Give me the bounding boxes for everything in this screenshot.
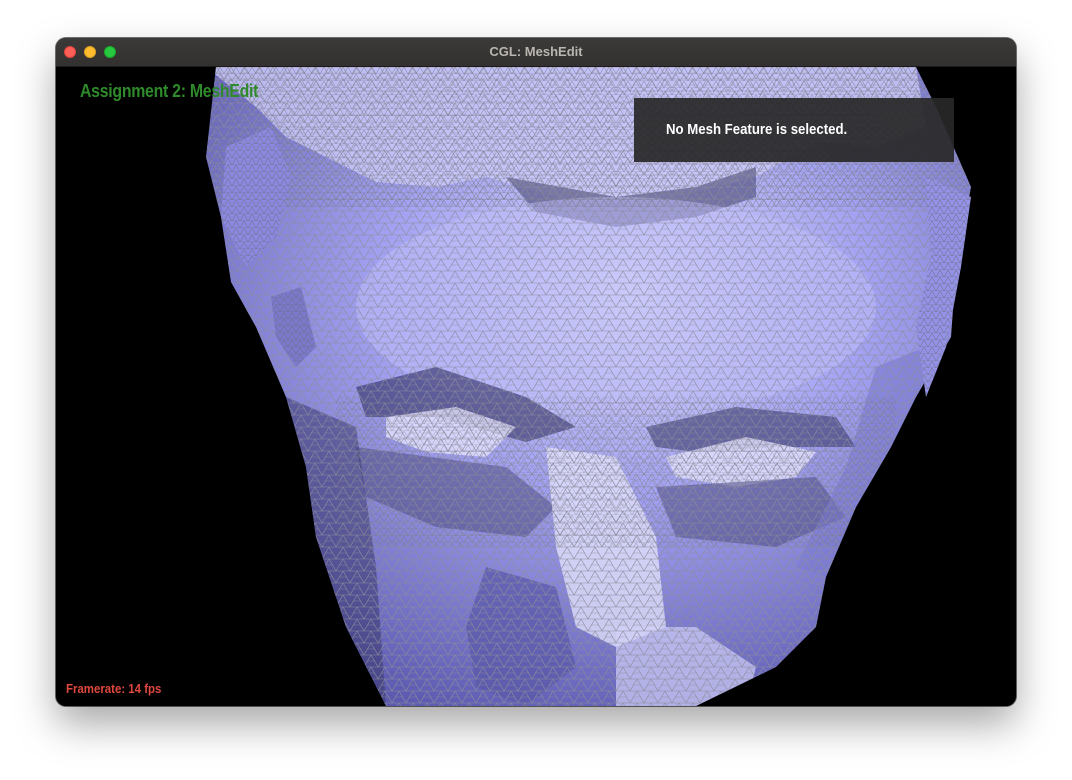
app-title: Assignment 2: MeshEdit xyxy=(80,81,259,101)
mesh-viewport[interactable]: Assignment 2: MeshEdit No Mesh Feature i… xyxy=(56,67,1016,706)
mesh-render[interactable] xyxy=(56,67,1016,706)
head-mesh xyxy=(206,67,971,706)
window-title: CGL: MeshEdit xyxy=(489,44,583,59)
title-bar[interactable]: CGL: MeshEdit xyxy=(56,38,1016,67)
framerate-readout: Framerate: 14 fps xyxy=(66,681,162,696)
selection-info-panel: No Mesh Feature is selected. xyxy=(634,98,954,162)
selection-message: No Mesh Feature is selected. xyxy=(666,121,848,138)
app-window: CGL: MeshEdit Assignment 2: MeshEdit No … xyxy=(56,38,1016,706)
